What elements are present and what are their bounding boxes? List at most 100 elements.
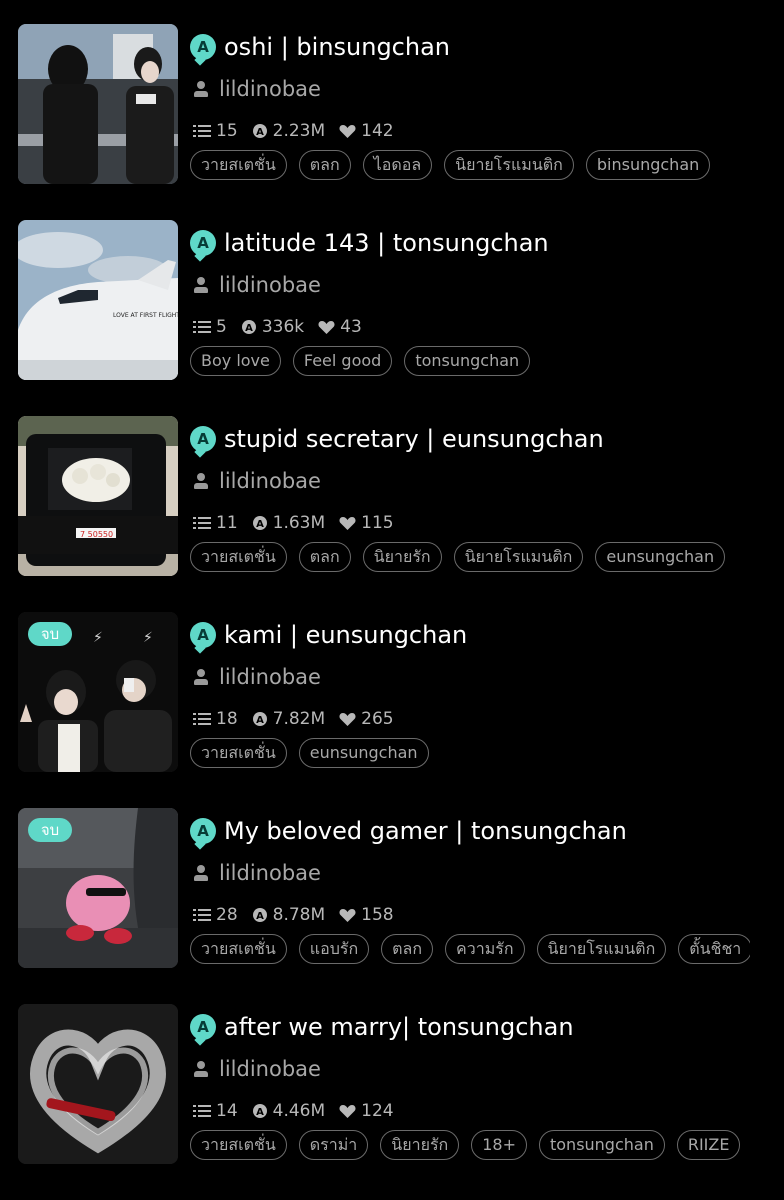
story-card[interactable]: LOVE AT FIRST FLIGHT A latitude 143 | to… [0, 196, 784, 392]
tag[interactable]: Feel good [292, 346, 393, 376]
author-row[interactable]: lildinobae [193, 75, 321, 103]
reads-icon: A [252, 908, 267, 922]
parts-stat: 14 [193, 1101, 238, 1121]
views-count: 1.63M [272, 513, 326, 533]
tags-row: Boy love Feel good tonsungchan [190, 346, 750, 378]
stats-row: 14 A 4.46M 124 [193, 1100, 408, 1122]
story-card[interactable]: A oshi | binsungchan lildinobae 15 A 2.2… [0, 0, 784, 196]
list-icon [193, 909, 211, 921]
title-row[interactable]: A after we marry| tonsungchan [190, 1010, 574, 1044]
tag[interactable]: tonsungchan [404, 346, 531, 376]
author-row[interactable]: lildinobae [193, 663, 321, 691]
story-card[interactable]: A after we marry| tonsungchan lildinobae… [0, 980, 784, 1176]
views-stat: A 8.78M [252, 905, 325, 925]
list-icon [193, 321, 211, 333]
story-title[interactable]: after we marry| tonsungchan [224, 1013, 574, 1041]
tags-row: วายสเตชั่น แอบรัก ตลก ความรัก นิยายโรแมน… [190, 934, 750, 966]
heart-icon [339, 516, 356, 530]
tag[interactable]: นิยายโรแมนติก [453, 542, 584, 572]
author-row[interactable]: lildinobae [193, 859, 321, 887]
author-name[interactable]: lildinobae [219, 469, 321, 493]
story-cover[interactable] [18, 24, 178, 184]
tag[interactable]: binsungchan [585, 150, 711, 180]
story-list: A oshi | binsungchan lildinobae 15 A 2.2… [0, 0, 784, 1200]
author-name[interactable]: lildinobae [219, 861, 321, 885]
views-count: 7.82M [272, 709, 326, 729]
story-card[interactable]: ⚡ ⚡ ⚡ จบ A kami | eunsungchan lildinobae [0, 588, 784, 784]
tag[interactable]: วายสเตชั่น [190, 738, 287, 768]
title-row[interactable]: A My beloved gamer | tonsungchan [190, 814, 627, 848]
author-row[interactable]: lildinobae [193, 1055, 321, 1083]
a-badge-icon: A [190, 230, 216, 256]
tag[interactable]: นิยายโรแมนติก [536, 934, 667, 964]
title-row[interactable]: A oshi | binsungchan [190, 30, 450, 64]
parts-stat: 11 [193, 513, 238, 533]
story-cover[interactable] [18, 1004, 178, 1164]
author-name[interactable]: lildinobae [219, 273, 321, 297]
title-row[interactable]: A stupid secretary | eunsungchan [190, 422, 604, 456]
views-stat: A 1.63M [252, 513, 326, 533]
story-title[interactable]: My beloved gamer | tonsungchan [224, 817, 627, 845]
reads-icon: A [252, 516, 267, 530]
tag[interactable]: วายสเตชั่น [190, 150, 287, 180]
tag[interactable]: วายสเตชั่น [190, 1130, 287, 1160]
story-cover[interactable]: LOVE AT FIRST FLIGHT [18, 220, 178, 380]
title-row[interactable]: A kami | eunsungchan [190, 618, 467, 652]
tag[interactable]: นิยายโรแมนติก [444, 150, 574, 180]
heart-icon [339, 1104, 356, 1118]
parts-count: 14 [216, 1101, 238, 1121]
author-name[interactable]: lildinobae [219, 1057, 321, 1081]
reads-icon: A [241, 320, 256, 334]
list-icon [193, 517, 211, 529]
tag[interactable]: RIIZE [676, 1130, 741, 1160]
stats-row: 28 A 8.78M 158 [193, 904, 408, 926]
story-cover[interactable]: จบ [18, 808, 178, 968]
tag[interactable]: eunsungchan [298, 738, 429, 768]
tag[interactable]: ไอดอล [362, 150, 433, 180]
a-badge-icon: A [190, 34, 216, 60]
person-icon [193, 1060, 209, 1078]
story-cover[interactable]: 7 50550 [18, 416, 178, 576]
tag[interactable]: แอบรัก [298, 934, 370, 964]
tag[interactable]: ตลก [298, 150, 351, 180]
heart-icon [318, 320, 335, 334]
votes-count: 124 [361, 1101, 394, 1121]
a-badge-icon: A [190, 426, 216, 452]
tag[interactable]: ดราม่า [298, 1130, 369, 1160]
list-icon [193, 713, 211, 725]
svg-text:A: A [245, 323, 253, 334]
votes-count: 142 [361, 121, 394, 141]
title-row[interactable]: A latitude 143 | tonsungchan [190, 226, 549, 260]
parts-stat: 28 [193, 905, 238, 925]
tag[interactable]: tonsungchan [538, 1130, 665, 1160]
author-name[interactable]: lildinobae [219, 665, 321, 689]
a-badge-icon: A [190, 1014, 216, 1040]
person-icon [193, 668, 209, 686]
story-title[interactable]: kami | eunsungchan [224, 621, 467, 649]
votes-stat: 43 [318, 317, 362, 337]
tag[interactable]: ตั้นชิชา [678, 934, 750, 964]
tag[interactable]: วายสเตชั่น [190, 542, 287, 572]
tags-row: วายสเตชั่น ตลก ไอดอล นิยายโรแมนติก binsu… [190, 150, 750, 182]
story-card[interactable]: จบ A My beloved gamer | tonsungchan lild… [0, 784, 784, 980]
story-title[interactable]: latitude 143 | tonsungchan [224, 229, 549, 257]
story-cover[interactable]: ⚡ ⚡ ⚡ จบ [18, 612, 178, 772]
author-name[interactable]: lildinobae [219, 77, 321, 101]
story-title[interactable]: oshi | binsungchan [224, 33, 450, 61]
tag[interactable]: eunsungchan [595, 542, 726, 572]
tag[interactable]: นิยายรัก [362, 542, 442, 572]
tag[interactable]: นิยายรัก [380, 1130, 460, 1160]
author-row[interactable]: lildinobae [193, 467, 321, 495]
tag[interactable]: ตลก [381, 934, 434, 964]
tag[interactable]: วายสเตชั่น [190, 934, 287, 964]
votes-count: 43 [340, 317, 362, 337]
story-title[interactable]: stupid secretary | eunsungchan [224, 425, 604, 453]
story-card[interactable]: 7 50550 A stupid secretary | eunsungchan… [0, 392, 784, 588]
list-icon [193, 1105, 211, 1117]
author-row[interactable]: lildinobae [193, 271, 321, 299]
tag[interactable]: Boy love [190, 346, 281, 376]
tags-row: วายสเตชั่น ดราม่า นิยายรัก 18+ tonsungch… [190, 1130, 750, 1162]
tag[interactable]: 18+ [471, 1130, 527, 1160]
tag[interactable]: ความรัก [445, 934, 525, 964]
tag[interactable]: ตลก [298, 542, 351, 572]
